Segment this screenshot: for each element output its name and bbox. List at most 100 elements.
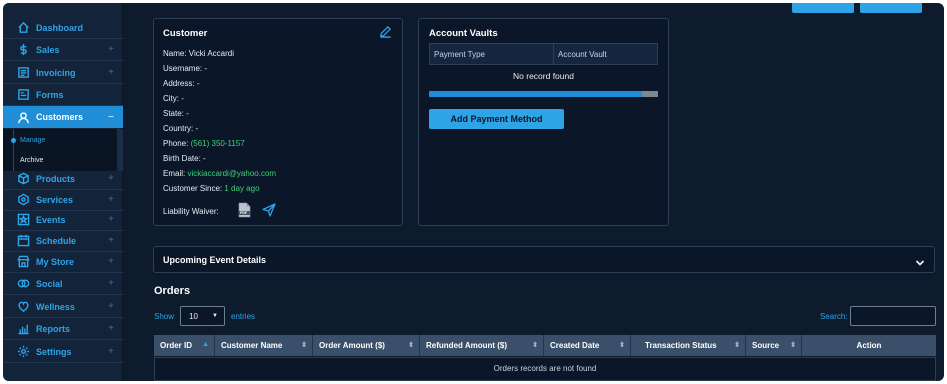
city-label: City: <box>163 94 179 103</box>
sidebar-item-schedule[interactable]: Schedule + <box>3 230 123 252</box>
sort-icon: ⬍ <box>532 342 538 349</box>
vaults-scrollbar-thumb[interactable] <box>429 91 642 97</box>
upcoming-events-title: Upcoming Event Details <box>163 255 267 265</box>
entries-label: entries <box>231 312 256 321</box>
upcoming-events-accordion[interactable]: Upcoming Event Details <box>153 246 935 273</box>
store-icon <box>16 255 30 269</box>
plus-icon: + <box>108 67 114 78</box>
sidebar-item-forms[interactable]: Forms <box>3 84 123 106</box>
customer-card-title: Customer <box>163 28 208 39</box>
sidebar-item-events[interactable]: Events + <box>3 209 123 231</box>
sidebar-item-label: Reports <box>36 323 71 334</box>
account-vaults-title: Account Vaults <box>429 28 498 39</box>
customer-state-row: State: - <box>163 109 189 118</box>
customers-submenu: Manage Archive <box>3 129 123 171</box>
vaults-table-header: Payment Type Account Vault <box>429 43 658 65</box>
pdf-icon[interactable]: PDF <box>238 202 251 218</box>
sidebar-item-invoicing[interactable]: Invoicing + <box>3 62 123 84</box>
search-label: Search: <box>820 312 848 321</box>
vaults-empty-message: No record found <box>513 71 574 81</box>
col-customer-name[interactable]: Customer Name ⬍ <box>215 335 313 356</box>
page-size-select[interactable]: 10 ▼ <box>180 306 225 326</box>
waiver-label: Liability Waiver: <box>163 207 219 216</box>
collapse-icon: − <box>108 111 114 123</box>
username-value: - <box>204 64 208 73</box>
sidebar-item-dashboard[interactable]: Dashboard <box>3 17 123 39</box>
sidebar-item-label: Social <box>36 278 63 289</box>
sidebar-item-sales[interactable]: Sales + <box>3 39 123 61</box>
sidebar-item-label: Sales <box>36 44 60 55</box>
birth-value: - <box>203 154 206 163</box>
plus-icon: + <box>108 278 114 289</box>
col-source[interactable]: Source ⬍ <box>746 335 802 356</box>
sidebar-item-wellness[interactable]: Wellness + <box>3 296 123 318</box>
customer-country-row: Country: - <box>163 124 198 133</box>
submenu-item-manage[interactable]: Manage <box>20 137 45 144</box>
col-created-date[interactable]: Created Date ⬍ <box>544 335 631 356</box>
sidebar-item-label: Invoicing <box>36 67 76 78</box>
sidebar: Dashboard Sales + Invoicing + Forms Cust… <box>3 3 123 381</box>
col-payment-type: Payment Type <box>430 44 554 64</box>
sidebar-item-settings[interactable]: Settings + <box>3 341 123 363</box>
sidebar-item-social[interactable]: Social + <box>3 273 123 295</box>
sidebar-item-label: Customers <box>36 112 84 122</box>
name-label: Name: <box>163 49 187 58</box>
chevron-down-icon[interactable] <box>915 255 925 266</box>
col-refunded-amount[interactable]: Refunded Amount ($) ⬍ <box>420 335 544 356</box>
sidebar-item-services[interactable]: Services + <box>3 189 123 211</box>
sidebar-item-reports[interactable]: Reports + <box>3 318 123 340</box>
state-label: State: <box>163 109 184 118</box>
email-link[interactable]: vickiaccardi@yahoo.com <box>187 169 276 178</box>
send-icon[interactable] <box>262 203 276 217</box>
email-label: Email: <box>163 169 186 178</box>
since-value: 1 day ago <box>224 184 260 193</box>
address-label: Address: <box>163 79 195 88</box>
plus-icon: + <box>108 256 114 267</box>
col-label: Refunded Amount ($) <box>426 341 508 350</box>
sidebar-item-label: Wellness <box>36 301 75 312</box>
customer-address-row: Address: - <box>163 79 199 88</box>
col-order-id[interactable]: Order ID ▲ <box>154 335 215 356</box>
sidebar-item-products[interactable]: Products + <box>3 168 123 190</box>
vaults-scrollbar[interactable] <box>429 91 658 97</box>
top-action-button-2[interactable] <box>860 3 922 13</box>
sidebar-item-my-store[interactable]: My Store + <box>3 251 123 273</box>
city-value: - <box>181 94 184 103</box>
sidebar-item-label: Events <box>36 214 66 225</box>
submenu-item-archive[interactable]: Archive <box>20 157 43 164</box>
col-label: Order Amount ($) <box>319 341 385 350</box>
sort-icon: ⬍ <box>408 342 414 349</box>
sort-icon: ⬍ <box>790 342 796 349</box>
sidebar-item-label: My Store <box>36 256 75 267</box>
sidebar-item-customers[interactable]: Customers − <box>3 106 123 128</box>
col-label: Source <box>752 341 780 350</box>
calendar-icon <box>16 234 30 248</box>
plus-icon: + <box>108 44 114 55</box>
col-order-amount[interactable]: Order Amount ($) ⬍ <box>313 335 420 356</box>
submenu-scrollbar[interactable] <box>117 129 123 171</box>
sidebar-item-label: Schedule <box>36 235 77 246</box>
submenu-line <box>13 129 14 171</box>
services-icon <box>16 193 30 207</box>
col-transaction-status[interactable]: Transaction Status ⬍ <box>631 335 746 356</box>
col-label: Transaction Status <box>645 341 717 350</box>
username-label: Username: <box>163 64 203 73</box>
phone-link[interactable]: (561) 350-1157 <box>191 139 245 148</box>
dollar-icon <box>16 43 30 57</box>
sidebar-item-label: Dashboard <box>36 22 84 33</box>
sort-icon: ⬍ <box>301 342 307 349</box>
plus-icon: + <box>108 346 114 357</box>
search-input[interactable] <box>850 306 936 326</box>
page-size-value: 10 <box>189 311 198 321</box>
col-account-vault: Account Vault <box>558 49 607 59</box>
customer-city-row: City: - <box>163 94 184 103</box>
since-label: Customer Since: <box>163 184 223 193</box>
app-frame: Dashboard Sales + Invoicing + Forms Cust… <box>3 3 944 381</box>
plus-icon: + <box>108 301 114 312</box>
name-value: Vicki Accardi <box>188 49 234 58</box>
add-payment-method-button[interactable]: Add Payment Method <box>429 109 564 129</box>
home-icon <box>16 21 30 35</box>
plus-icon: + <box>108 173 114 184</box>
edit-icon[interactable] <box>379 25 392 43</box>
top-action-button-1[interactable] <box>792 3 854 13</box>
